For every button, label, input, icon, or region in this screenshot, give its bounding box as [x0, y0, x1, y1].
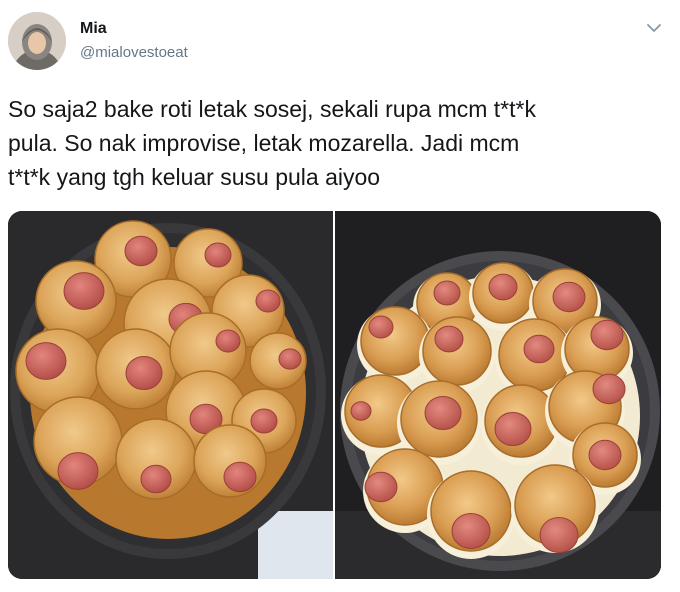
- user-handle[interactable]: @mialovestoeat: [80, 44, 188, 61]
- media-gallery: [8, 211, 661, 579]
- avatar-hijab-icon: [8, 12, 66, 70]
- photo-bread-plain[interactable]: [8, 211, 333, 579]
- chevron-down-icon[interactable]: [644, 18, 664, 38]
- tweet-text: So saja2 bake roti letak sosej, sekali r…: [8, 96, 536, 190]
- user-name[interactable]: Mia: [80, 20, 107, 38]
- avatar[interactable]: [8, 12, 66, 70]
- photo-bread-mozarella[interactable]: [335, 211, 661, 579]
- tweet-card: Mia @mialovestoeat So saja2 bake roti le…: [0, 0, 680, 592]
